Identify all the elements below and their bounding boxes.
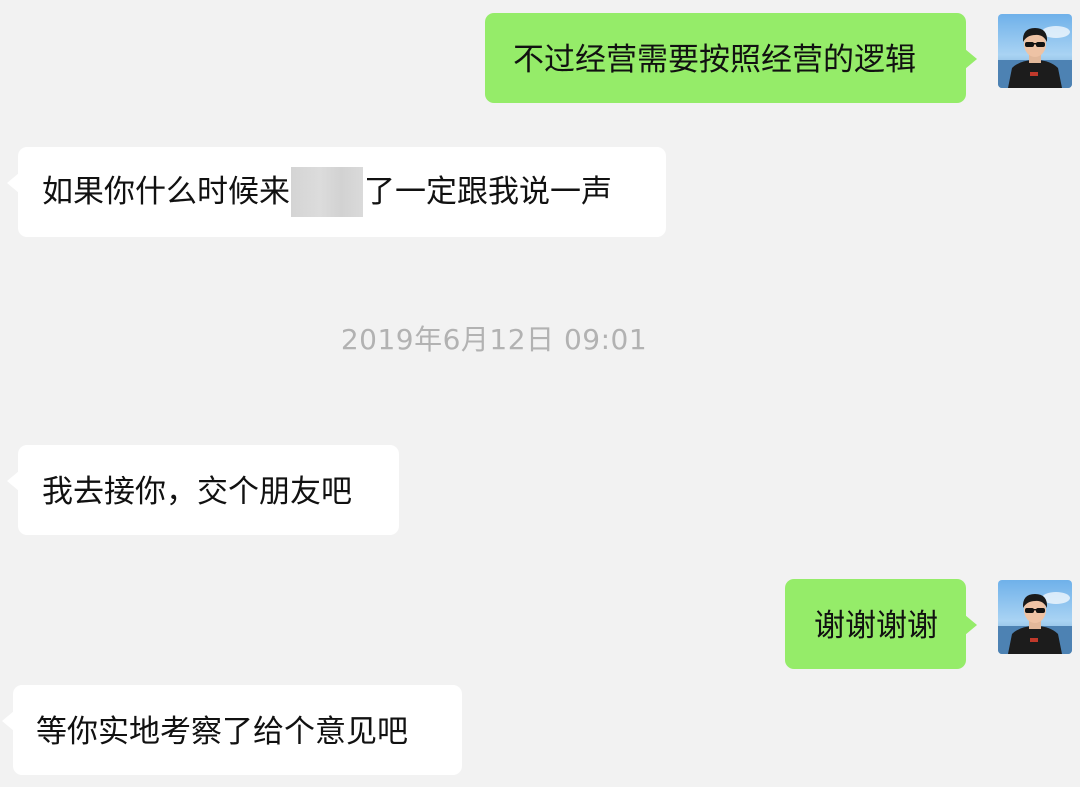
message-text: 等你实地考察了给个意见吧 bbox=[36, 713, 408, 750]
message-text-part: 了一定跟我说一声 bbox=[364, 174, 612, 210]
avatar-photo-icon bbox=[998, 580, 1072, 654]
chat-history[interactable]: 不过经营需要按照经营的逻辑 如果你什么时候来 了一定跟我说一声 2019年6月1… bbox=[0, 0, 1080, 787]
message-text: 谢谢谢谢 bbox=[814, 607, 938, 644]
message-bubble-incoming[interactable]: 等你实地考察了给个意见吧 bbox=[2, 685, 462, 775]
message-bubble-incoming[interactable]: 我去接你，交个朋友吧 bbox=[7, 445, 399, 535]
self-avatar[interactable] bbox=[998, 580, 1072, 654]
redaction-blur-icon bbox=[291, 167, 363, 217]
message-bubble-incoming[interactable]: 如果你什么时候来 了一定跟我说一声 bbox=[7, 147, 666, 237]
avatar-photo-icon bbox=[998, 14, 1072, 88]
message-bubble-outgoing[interactable]: 谢谢谢谢 bbox=[785, 579, 977, 669]
message-text: 不过经营需要按照经营的逻辑 bbox=[513, 41, 916, 78]
self-avatar[interactable] bbox=[998, 14, 1072, 88]
message-timestamp: 2019年6月12日 09:01 bbox=[340, 323, 648, 356]
message-bubble-outgoing[interactable]: 不过经营需要按照经营的逻辑 bbox=[485, 13, 977, 103]
message-text: 我去接你，交个朋友吧 bbox=[42, 473, 352, 510]
message-text-part: 如果你什么时候来 bbox=[42, 174, 290, 210]
